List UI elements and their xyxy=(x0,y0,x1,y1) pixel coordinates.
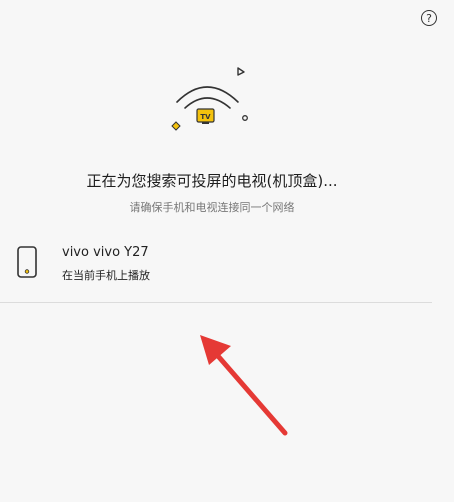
help-icon: ? xyxy=(426,11,432,25)
diamond-decoration-icon xyxy=(171,121,181,131)
tv-badge-label: TV xyxy=(200,113,211,121)
device-item-vivo-y27[interactable]: vivo vivo Y27 在当前手机上播放 xyxy=(0,236,432,292)
triangle-decoration-icon xyxy=(237,67,245,76)
red-annotation-arrow-icon xyxy=(200,335,288,436)
list-divider xyxy=(0,302,432,303)
search-title: 正在为您搜索可投屏的电视(机顶盒)... xyxy=(86,172,338,190)
searching-tv-illustration: TV xyxy=(171,67,248,131)
signal-arc-inner xyxy=(184,97,231,109)
search-subtitle: 请确保手机和电视连接同一个网络 xyxy=(129,201,295,214)
device-status: 在当前手机上播放 xyxy=(62,269,150,282)
device-name: vivo vivo Y27 xyxy=(62,245,149,260)
circle-decoration-icon xyxy=(242,115,248,121)
phone-icon xyxy=(17,246,37,278)
help-button[interactable]: ? xyxy=(421,10,437,26)
signal-arc-outer xyxy=(176,86,239,103)
